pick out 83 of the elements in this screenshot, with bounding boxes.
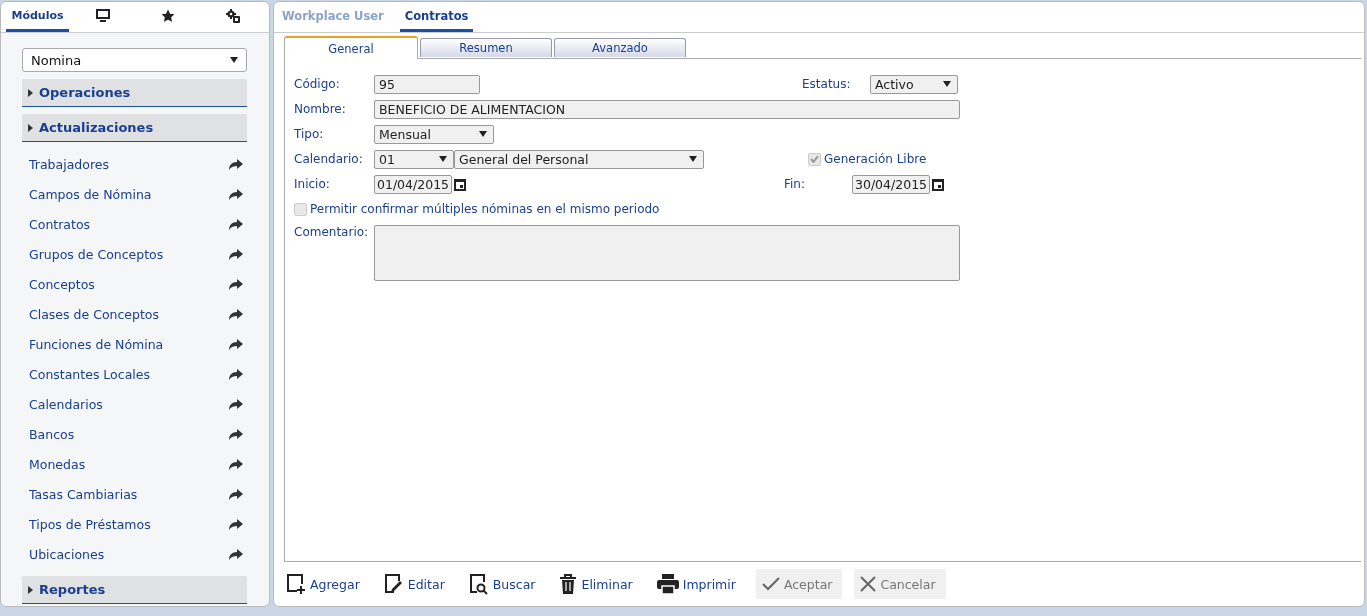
share-arrow-icon — [229, 218, 243, 230]
share-arrow-icon — [229, 338, 243, 350]
menu-item[interactable]: Tipos de Préstamos — [22, 509, 247, 539]
menu-item[interactable]: Clases de Conceptos — [22, 299, 247, 329]
printer-icon — [656, 574, 679, 594]
edit-button[interactable]: Editar — [379, 569, 449, 599]
share-arrow-icon — [229, 188, 243, 200]
dropdown-arrow-icon — [943, 81, 951, 87]
section-title: Actualizaciones — [39, 120, 154, 135]
menu-item[interactable]: Grupos de Conceptos — [22, 239, 247, 269]
star-icon — [160, 8, 175, 23]
search-button[interactable]: Buscar — [464, 569, 540, 599]
menu-item[interactable]: Funciones de Nómina — [22, 329, 247, 359]
share-arrow-icon — [229, 458, 243, 470]
caret-icon — [28, 88, 33, 97]
caret-icon — [28, 585, 33, 594]
start-date-field[interactable]: 01/04/2015 — [374, 174, 452, 194]
print-button[interactable]: Imprimir — [652, 569, 740, 599]
page-tab[interactable]: Contratos — [399, 2, 474, 32]
share-arrow-icon — [229, 248, 243, 260]
delete-button[interactable]: Eliminar — [555, 569, 637, 599]
close-icon — [860, 576, 877, 592]
share-arrow-icon — [229, 488, 243, 500]
name-field[interactable]: BENEFICIO DE ALIMENTACION — [374, 99, 960, 119]
caret-icon — [28, 123, 33, 132]
field-label: Estatus: — [802, 77, 852, 91]
calendar-icon[interactable] — [454, 177, 466, 191]
field-label: Tipo: — [294, 127, 325, 141]
share-arrow-icon — [229, 398, 243, 410]
form-tab[interactable]: Avanzado — [554, 38, 686, 57]
section-header[interactable]: Operaciones — [22, 79, 247, 107]
status-select[interactable]: Activo — [870, 74, 958, 94]
share-arrow-icon — [229, 308, 243, 320]
type-select[interactable]: Mensual — [374, 124, 494, 144]
menu-item[interactable]: Bancos — [22, 419, 247, 449]
dropdown-arrow-icon — [439, 156, 447, 162]
field-label: Fin: — [784, 177, 806, 191]
form-tab[interactable]: Resumen — [420, 38, 552, 57]
dropdown-arrow-icon — [230, 57, 238, 63]
menu-item[interactable]: Campos de Nómina — [22, 179, 247, 209]
field-label: Calendario: — [294, 152, 364, 166]
menu-item[interactable]: Contratos — [22, 209, 247, 239]
field-label: Comentario: — [294, 225, 370, 239]
share-arrow-icon — [229, 428, 243, 440]
share-arrow-icon — [229, 518, 243, 530]
menu-item[interactable]: Trabajadores — [22, 149, 247, 179]
checkbox-label: Permitir confirmar múltiples nóminas en el mismo periodo — [310, 202, 660, 216]
menu-item[interactable]: Ubicaciones — [22, 539, 247, 569]
add-button[interactable]: Agregar — [282, 569, 364, 599]
field-label: Nombre: — [294, 102, 347, 116]
calendar-select[interactable]: General del Personal — [454, 149, 704, 169]
dropdown-arrow-icon — [689, 156, 697, 162]
comment-field[interactable] — [374, 225, 960, 281]
menu-item[interactable]: Conceptos — [22, 269, 247, 299]
form-tab[interactable]: General — [284, 36, 418, 59]
share-arrow-icon — [229, 548, 243, 560]
section-title: Operaciones — [39, 85, 131, 100]
search-icon — [468, 573, 489, 595]
menu-item[interactable]: Monedas — [22, 449, 247, 479]
module-select[interactable]: Nomina — [22, 48, 247, 72]
settings-icon — [225, 8, 240, 23]
section-title: Reportes — [39, 582, 106, 597]
monitor-icon — [95, 9, 110, 22]
dropdown-arrow-icon — [479, 131, 487, 137]
edit-icon — [383, 573, 404, 595]
section-header[interactable]: Actualizaciones — [22, 114, 247, 142]
section-header[interactable]: Reportes — [22, 576, 247, 604]
calendar-code-select[interactable]: 01 — [374, 149, 454, 169]
field-label: Inicio: — [294, 177, 331, 191]
trash-icon — [559, 574, 578, 594]
checkmark-icon — [761, 577, 780, 591]
menu-item[interactable]: Constantes Locales — [22, 359, 247, 389]
calendar-icon[interactable] — [932, 177, 944, 191]
end-date-field[interactable]: 30/04/2015 — [852, 174, 930, 194]
code-field[interactable]: 95 — [374, 74, 480, 94]
checkbox-label: Generación Libre — [824, 152, 927, 166]
menu-item[interactable]: Tasas Cambiarias — [22, 479, 247, 509]
share-arrow-icon — [229, 158, 243, 170]
share-arrow-icon — [229, 368, 243, 380]
field-label: Código: — [294, 77, 341, 91]
menu-item[interactable]: Calendarios — [22, 389, 247, 419]
add-icon — [286, 573, 306, 595]
share-arrow-icon — [229, 278, 243, 290]
